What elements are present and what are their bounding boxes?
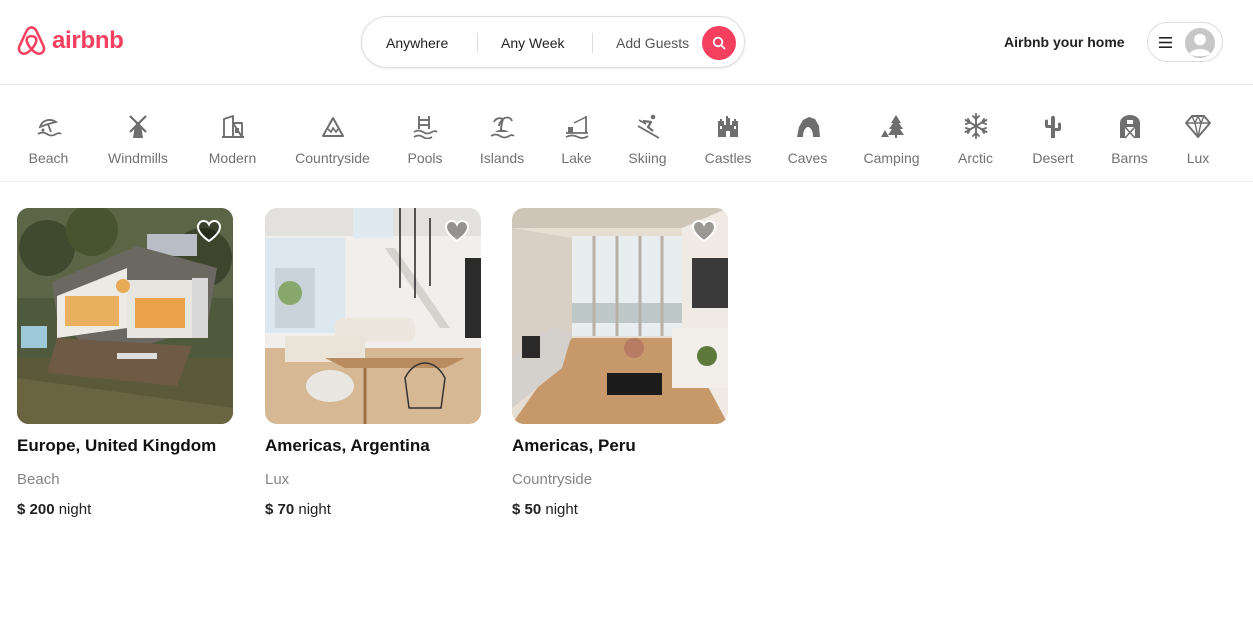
category-label: Lux [1186, 150, 1210, 166]
category-caves[interactable]: Caves [788, 85, 827, 182]
airbnb-logo[interactable]: airbnb [16, 24, 124, 58]
cactus-icon [1039, 112, 1067, 140]
category-label: Windmills [108, 150, 168, 166]
listing-card[interactable]: Americas, Peru Countryside $ 50 night [512, 208, 728, 518]
category-label: Countryside [295, 150, 370, 166]
category-label: Modern [208, 150, 257, 166]
listing-title: Americas, Argentina [265, 436, 430, 455]
castle-icon [714, 112, 742, 140]
category-label: Islands [479, 150, 525, 166]
search-add-guests[interactable]: Add Guests [616, 35, 689, 51]
category-label: Skiing [628, 150, 667, 166]
category-countryside[interactable]: Countryside [294, 85, 371, 182]
price-unit: night [545, 501, 578, 518]
brand-name: airbnb [52, 27, 124, 54]
avatar [1185, 28, 1215, 58]
category-islands[interactable]: Islands [479, 85, 525, 182]
category-label: Arctic [958, 150, 993, 166]
listing-price: $ 70 night [265, 501, 481, 518]
island-icon [488, 112, 516, 140]
category-label: Caves [787, 150, 828, 166]
favorite-heart-icon[interactable] [444, 219, 470, 243]
lake-icon [563, 112, 591, 140]
category-lux[interactable]: Lux [1185, 85, 1211, 182]
listing-image[interactable] [265, 208, 481, 424]
price-amount: $ 70 [265, 501, 295, 518]
listing-category: Countryside [512, 471, 593, 488]
price-unit: night [58, 501, 92, 518]
listing-category: Lux [265, 471, 290, 488]
cave-icon [794, 112, 822, 140]
skiing-icon [634, 112, 662, 140]
category-desert[interactable]: Desert [1031, 85, 1075, 182]
search-divider [592, 33, 593, 53]
listing-category: Beach [17, 471, 60, 488]
category-castles[interactable]: Castles [704, 85, 752, 182]
beach-icon [35, 112, 63, 140]
category-windmills[interactable]: Windmills [105, 85, 171, 182]
category-label: Pools [407, 150, 443, 166]
search-anywhere[interactable]: Anywhere [386, 35, 448, 51]
camping-icon [878, 112, 906, 140]
airbnb-logo-icon [17, 26, 46, 56]
category-arctic[interactable]: Arctic [956, 85, 995, 182]
listing-image[interactable] [17, 208, 233, 424]
user-avatar-icon [1185, 28, 1215, 58]
modern-building-icon [219, 112, 247, 140]
listing-card[interactable]: Americas, Argentina Lux $ 70 night [265, 208, 481, 518]
category-label: Barns [1111, 150, 1148, 166]
windmill-icon [124, 112, 152, 140]
search-button[interactable] [702, 26, 736, 60]
listing-title: Americas, Peru [512, 436, 636, 455]
listing-card[interactable]: Europe, United Kingdom Beach $ 200 night [17, 208, 233, 518]
listing-title: Europe, United Kingdom [17, 436, 217, 455]
favorite-heart-icon[interactable] [691, 219, 717, 243]
price-amount: $ 200 [17, 501, 55, 518]
category-lake[interactable]: Lake [561, 85, 592, 182]
category-label: Castles [704, 150, 752, 166]
category-label: Desert [1032, 150, 1074, 166]
listing-price: $ 50 night [512, 501, 728, 518]
search-divider [477, 33, 478, 53]
search-bar[interactable]: Anywhere Any Week Add Guests [361, 16, 745, 68]
category-pools[interactable]: Pools [407, 85, 443, 182]
category-barns[interactable]: Barns [1111, 85, 1148, 182]
category-label: Beach [28, 150, 69, 166]
user-menu-button[interactable] [1147, 22, 1223, 62]
category-beach[interactable]: Beach [28, 85, 69, 182]
airbnb-your-home-link[interactable]: Airbnb your home [1004, 34, 1125, 50]
snowflake-icon [962, 112, 990, 140]
favorite-heart-icon[interactable] [196, 219, 222, 243]
diamond-icon [1184, 112, 1212, 140]
category-camping[interactable]: Camping [863, 85, 920, 182]
pool-icon [411, 112, 439, 140]
price-amount: $ 50 [512, 501, 542, 518]
category-label: Lake [561, 150, 592, 166]
category-label: Camping [863, 150, 920, 166]
header: airbnb Anywhere Any Week Add Guests Airb… [0, 0, 1253, 85]
barn-icon [1116, 112, 1144, 140]
category-bar: Beach Windmills Modern Countryside Pools… [0, 85, 1253, 182]
category-skiing[interactable]: Skiing [628, 85, 667, 182]
search-any-week[interactable]: Any Week [501, 35, 565, 51]
listing-image[interactable] [512, 208, 728, 424]
listing-price: $ 200 night [17, 501, 233, 518]
hamburger-icon [1159, 37, 1172, 48]
search-icon [712, 36, 726, 50]
mountain-icon [319, 112, 347, 140]
category-modern[interactable]: Modern [208, 85, 257, 182]
price-unit: night [298, 501, 331, 518]
